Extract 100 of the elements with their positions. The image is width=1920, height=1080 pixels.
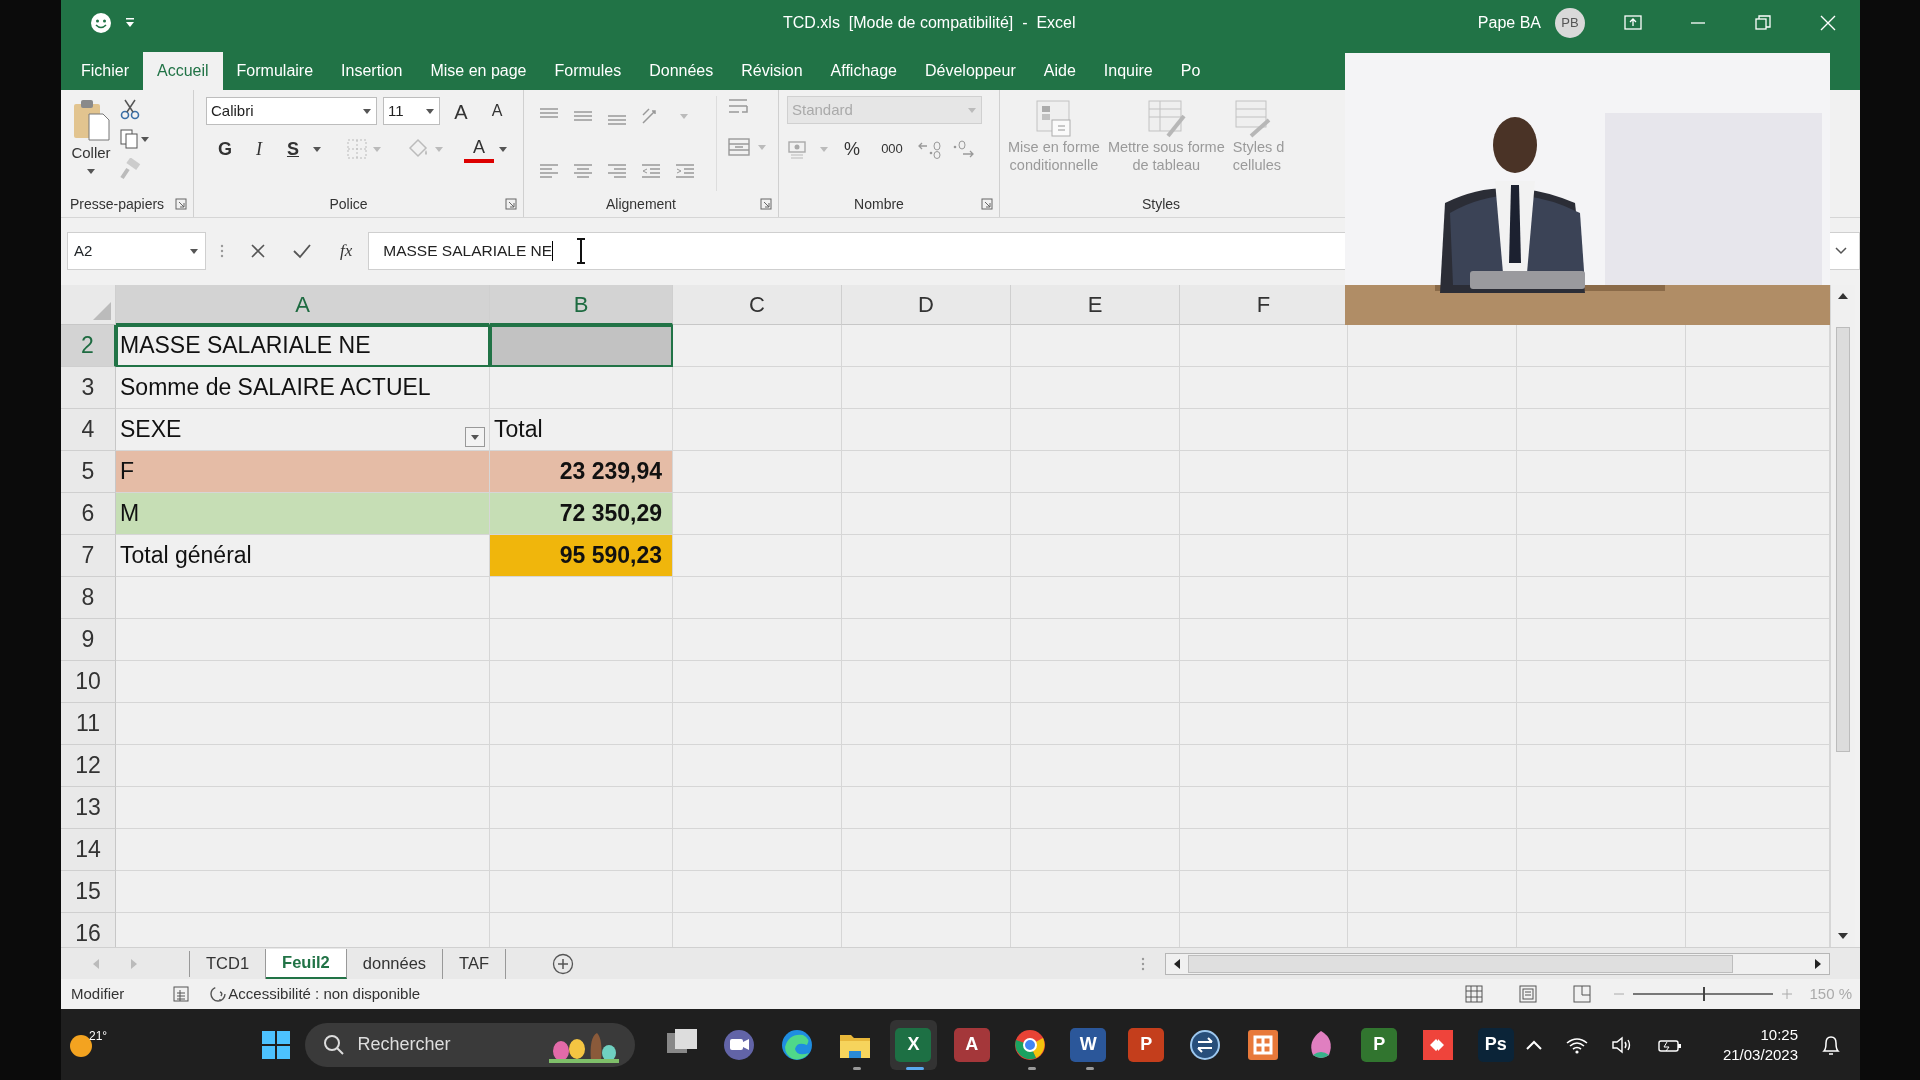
search-field[interactable]: Rechercher — [305, 1022, 636, 1067]
caret-icon[interactable] — [189, 247, 199, 255]
taskbar-app-button[interactable]: P — [1356, 1019, 1403, 1070]
dialog-launcher-icon[interactable] — [760, 198, 772, 210]
row-header[interactable]: 12 — [61, 745, 116, 787]
scroll-up-icon[interactable] — [1837, 291, 1849, 301]
clock-date[interactable]: 21/03/2023 — [1722, 1044, 1798, 1065]
ribbon-tab[interactable]: Inquire — [1089, 52, 1167, 90]
accessibility-icon[interactable] — [208, 984, 229, 1004]
sheet-tab[interactable]: TAF — [443, 948, 507, 979]
taskbar-app-button[interactable]: X — [890, 1019, 937, 1070]
row-header[interactable]: 2 — [61, 325, 116, 367]
scissors-icon[interactable] — [119, 98, 141, 120]
copy-icon[interactable] — [119, 128, 149, 150]
scroll-left-icon[interactable] — [1172, 957, 1182, 970]
dialog-launcher-icon[interactable] — [175, 198, 187, 210]
column-header[interactable]: E — [1011, 285, 1180, 325]
ribbon-tab[interactable]: Données — [635, 52, 728, 90]
insert-function-button[interactable]: fx — [338, 236, 355, 266]
page-break-icon[interactable] — [1573, 985, 1592, 1003]
customize-caret-icon[interactable] — [125, 18, 135, 28]
app-tile: P — [1361, 1027, 1398, 1062]
row-header[interactable]: 8 — [61, 577, 116, 619]
percent-button[interactable]: % — [837, 134, 867, 164]
caret-icon[interactable] — [312, 145, 322, 153]
column-header[interactable]: D — [842, 285, 1011, 325]
caret-icon[interactable] — [425, 107, 435, 115]
grow-font-button[interactable]: A — [446, 96, 476, 126]
macro-record-icon[interactable] — [172, 985, 191, 1003]
row-header[interactable]: 13 — [61, 787, 116, 829]
user-avatar[interactable]: PB — [1555, 8, 1585, 38]
row-header[interactable]: 10 — [61, 661, 116, 703]
cancel-icon[interactable] — [250, 243, 266, 259]
normal-view-icon[interactable] — [1465, 985, 1484, 1003]
row-header[interactable]: 5 — [61, 451, 116, 493]
chevron-up-icon[interactable] — [1524, 1038, 1543, 1051]
filter-dropdown-button[interactable] — [465, 427, 485, 447]
dialog-launcher-icon[interactable] — [505, 198, 517, 210]
font-size-field[interactable]: 11 — [383, 97, 440, 125]
ribbon-display-icon[interactable] — [1623, 13, 1643, 33]
caret-icon[interactable] — [1835, 247, 1847, 255]
caret-icon[interactable] — [86, 166, 96, 175]
taskbar-app-button[interactable]: W — [1065, 1019, 1112, 1070]
caret-icon[interactable] — [498, 145, 508, 153]
italic-button[interactable]: I — [244, 134, 274, 164]
sheet-tab[interactable]: données — [346, 948, 444, 979]
taskbar-app-button[interactable]: Ps — [1472, 1019, 1519, 1070]
smiley-icon[interactable] — [89, 11, 113, 35]
row-header[interactable]: 16 — [61, 913, 116, 947]
restore-icon[interactable] — [1753, 13, 1773, 33]
bold-button[interactable]: G — [210, 134, 240, 164]
ribbon-tab[interactable]: Aide — [1029, 52, 1090, 90]
row-header[interactable]: 6 — [61, 493, 116, 535]
close-icon[interactable] — [1818, 13, 1838, 33]
thousands-button[interactable]: 000 — [875, 134, 909, 164]
merge-cells-icon[interactable] — [727, 136, 751, 158]
row-header[interactable]: 7 — [61, 535, 116, 577]
text-caret — [552, 241, 554, 261]
row-header[interactable]: 14 — [61, 829, 116, 871]
name-box[interactable]: A2 — [67, 232, 206, 270]
ribbon-tab[interactable]: Formulaire — [222, 52, 328, 90]
row-header[interactable]: 3 — [61, 367, 116, 409]
underline-button[interactable]: S — [278, 134, 308, 164]
ribbon-tab[interactable]: Affichage — [816, 52, 911, 90]
clock-time[interactable]: 10:25 — [1760, 1024, 1798, 1045]
taskbar-app-button[interactable]: A — [948, 1019, 995, 1070]
ribbon-tab[interactable]: Mise en page — [416, 52, 541, 90]
ribbon-tab[interactable]: Insertion — [327, 52, 417, 90]
scroll-right-icon[interactable] — [1813, 957, 1823, 970]
ribbon-tab[interactable]: Po — [1166, 52, 1215, 90]
ribbon-tab[interactable]: Fichier — [67, 52, 143, 90]
ribbon-tab[interactable]: Accueil — [143, 52, 223, 90]
ribbon-tab[interactable]: Révision — [727, 52, 817, 90]
font-color-button[interactable]: A — [464, 135, 494, 163]
shrink-font-button[interactable]: A — [482, 96, 512, 126]
dialog-launcher-icon[interactable] — [981, 198, 993, 210]
page-layout-icon[interactable] — [1519, 985, 1538, 1003]
column-header[interactable]: F — [1180, 285, 1348, 325]
row-header[interactable]: 15 — [61, 871, 116, 913]
ribbon-tab[interactable]: Formules — [540, 52, 636, 90]
taskbar-app-button[interactable]: P — [1123, 1019, 1170, 1070]
horizontal-scrollbar[interactable] — [1165, 952, 1830, 975]
column-header[interactable]: A — [116, 285, 490, 325]
scrollbar-thumb[interactable] — [1836, 327, 1850, 752]
ribbon-tab[interactable]: Développeur — [911, 52, 1030, 90]
scroll-down-icon[interactable] — [1837, 931, 1849, 941]
column-header[interactable]: B — [490, 285, 673, 325]
row-header[interactable]: 9 — [61, 619, 116, 661]
weather-temp: 21° — [89, 1027, 108, 1045]
sheet-tab[interactable]: Feuil2 — [266, 948, 347, 979]
add-sheet-icon[interactable] — [552, 952, 575, 975]
confirm-icon[interactable] — [292, 243, 312, 259]
scrollbar-thumb[interactable] — [1188, 954, 1733, 973]
paste-button[interactable]: Coller — [69, 96, 113, 167]
slider-thumb[interactable] — [1703, 987, 1706, 1001]
row-header[interactable]: 11 — [61, 703, 116, 745]
column-header[interactable]: C — [673, 285, 842, 325]
caret-icon[interactable] — [362, 107, 372, 115]
font-name-field[interactable]: Calibri — [206, 97, 377, 125]
row-header[interactable]: 4 — [61, 409, 116, 451]
